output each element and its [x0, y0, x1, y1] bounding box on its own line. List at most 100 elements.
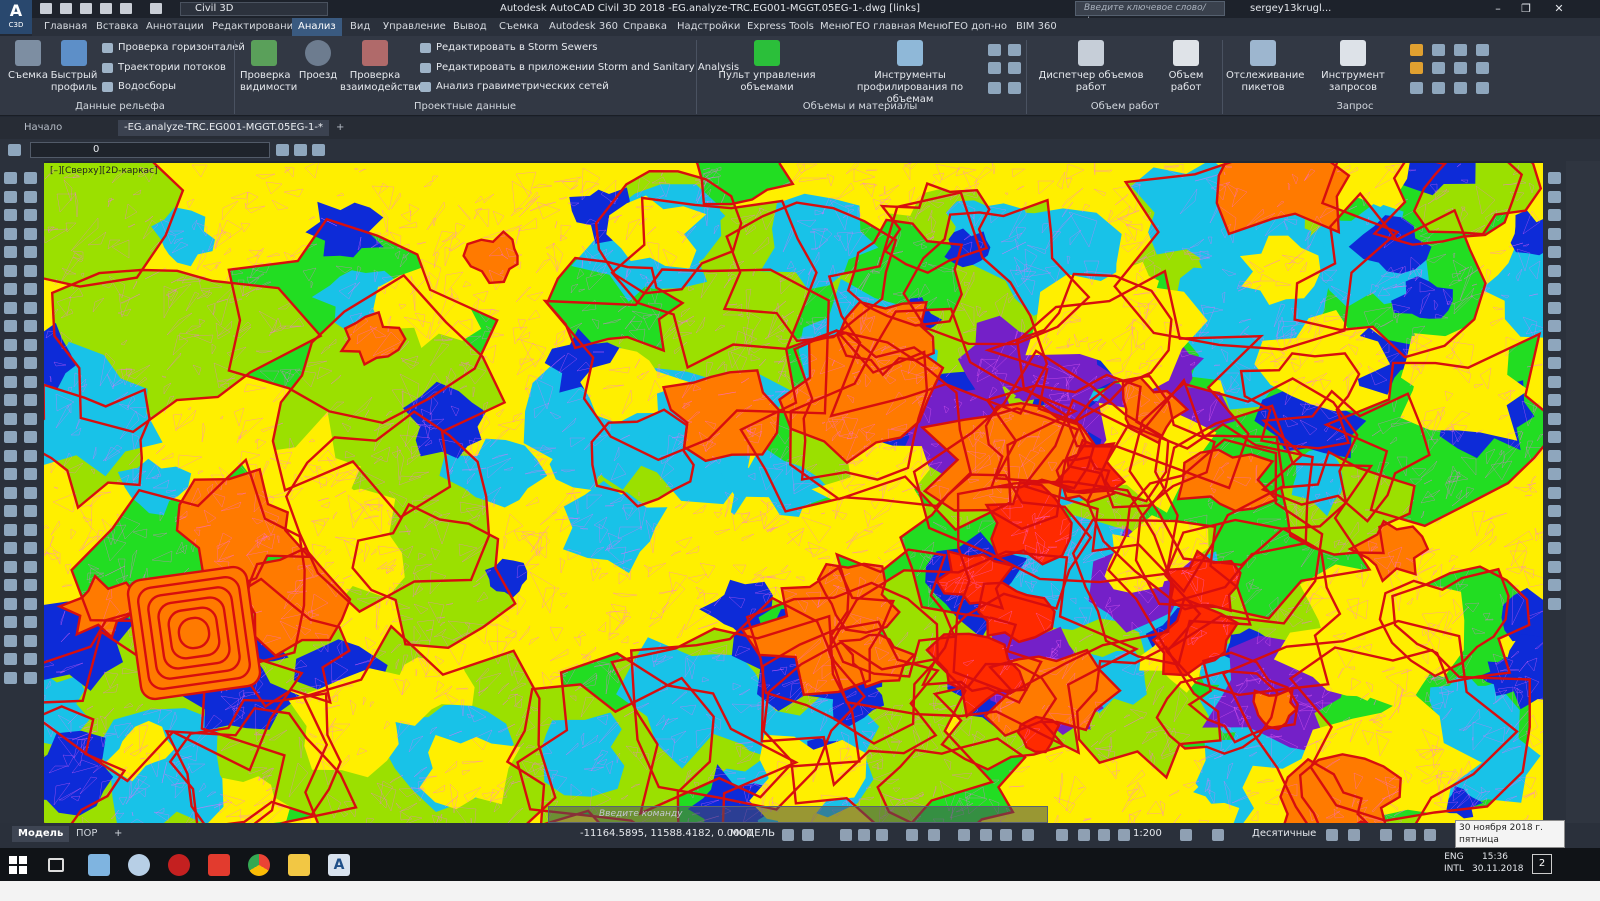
- status-toggle-icon[interactable]: [1326, 829, 1338, 841]
- modify-tool-icon[interactable]: [1548, 338, 1561, 351]
- list-icon[interactable]: [1454, 44, 1467, 56]
- modify-tool-icon[interactable]: [1548, 190, 1561, 203]
- draw-tool-icon[interactable]: [24, 357, 37, 369]
- visibility-check-button[interactable]: Проверка видимости: [240, 40, 297, 94]
- volumes-dashboard-button[interactable]: Пульт управления объемами: [700, 40, 834, 94]
- draw-tool-icon[interactable]: [4, 579, 17, 591]
- menu-tab-15[interactable]: МенюГЕО доп-но: [918, 18, 1007, 36]
- draw-tool-icon[interactable]: [4, 634, 17, 647]
- open-folder-icon[interactable]: [60, 3, 72, 14]
- menu-tab-6[interactable]: Вид: [350, 18, 370, 36]
- menu-tab-10[interactable]: Autodesk 360: [549, 18, 618, 36]
- presentation-icon[interactable]: [208, 854, 230, 876]
- status-toggle-icon[interactable]: [1056, 829, 1068, 841]
- draw-tool-icon[interactable]: [24, 338, 37, 351]
- draw-tool-icon[interactable]: [24, 671, 37, 684]
- draw-tool-icon[interactable]: [24, 505, 37, 517]
- add-layout-button[interactable]: +: [108, 826, 128, 842]
- terrain-panel-title[interactable]: Данные рельефа: [40, 100, 200, 114]
- menu-tab-8[interactable]: Вывод: [453, 18, 487, 36]
- modify-tool-icon[interactable]: [1548, 431, 1561, 443]
- draw-tool-icon[interactable]: [24, 653, 37, 665]
- modify-tool-icon[interactable]: [1548, 394, 1561, 406]
- draw-tool-icon[interactable]: [24, 616, 37, 628]
- modify-tool-icon[interactable]: [1548, 597, 1561, 610]
- system-clock[interactable]: 15:36 30.11.2018: [1472, 851, 1524, 875]
- menu-tab-11[interactable]: Справка: [623, 18, 667, 36]
- undo-icon[interactable]: [120, 3, 132, 14]
- close-button[interactable]: ✕: [1545, 0, 1573, 18]
- angle-icon[interactable]: [1410, 62, 1423, 74]
- menu-tab-9[interactable]: Съемка: [499, 18, 539, 36]
- red-app-icon[interactable]: [168, 854, 190, 876]
- draw-tool-icon[interactable]: [4, 597, 17, 610]
- application-menu-button[interactable]: A C3D: [0, 0, 32, 34]
- draw-tool-icon[interactable]: [4, 486, 17, 499]
- draw-tool-icon[interactable]: [24, 264, 37, 277]
- status-toggle-icon[interactable]: [1078, 829, 1090, 841]
- station-tracker-button[interactable]: Отслеживание пикетов: [1226, 40, 1304, 94]
- volume-settings-icon[interactable]: [1008, 82, 1021, 94]
- draw-tool-icon[interactable]: [24, 172, 37, 184]
- vertical-scrollbar[interactable]: [1566, 161, 1600, 823]
- modify-tool-icon[interactable]: [1548, 172, 1561, 184]
- draw-tool-icon[interactable]: [24, 597, 37, 610]
- survey-button[interactable]: Съемка: [4, 40, 52, 82]
- input-language[interactable]: ENG INTL: [1444, 851, 1464, 875]
- clipboard-icon[interactable]: [1476, 82, 1489, 94]
- quick-profile-button[interactable]: Быстрый профиль: [50, 40, 98, 94]
- draw-tool-icon[interactable]: [24, 431, 37, 443]
- minimize-button[interactable]: –: [1484, 0, 1512, 18]
- menu-tab-7[interactable]: Управление: [383, 18, 446, 36]
- menu-tab-13[interactable]: Express Tools: [747, 18, 814, 36]
- draw-tool-icon[interactable]: [4, 320, 17, 332]
- draw-tool-icon[interactable]: [4, 431, 17, 443]
- status-toggle-icon[interactable]: [782, 829, 794, 841]
- modify-tool-icon[interactable]: [1548, 468, 1561, 480]
- draw-tool-icon[interactable]: [24, 579, 37, 591]
- annotation-scale[interactable]: 1:200: [1133, 828, 1162, 839]
- draw-tool-icon[interactable]: [4, 616, 17, 628]
- status-toggle-icon[interactable]: [958, 829, 970, 841]
- modify-tool-icon[interactable]: [1548, 486, 1561, 499]
- user-account[interactable]: sergey13krugl...: [1250, 0, 1331, 18]
- draw-tool-icon[interactable]: [4, 357, 17, 369]
- status-toggle-icon[interactable]: [802, 829, 814, 841]
- draw-tool-icon[interactable]: [24, 394, 37, 406]
- match-layer-icon[interactable]: [294, 144, 307, 156]
- volume-table-icon[interactable]: [1008, 44, 1021, 56]
- volume-report-icon[interactable]: [988, 44, 1001, 56]
- volume-grid-icon[interactable]: [988, 62, 1001, 74]
- draw-tool-icon[interactable]: [24, 449, 37, 462]
- menu-tab-5[interactable]: Анализ: [292, 18, 342, 36]
- draw-tool-icon[interactable]: [4, 264, 17, 277]
- task-view-icon[interactable]: [48, 858, 64, 872]
- modify-tool-icon[interactable]: [1548, 412, 1561, 425]
- menu-tab-2[interactable]: Вставка: [96, 18, 138, 36]
- tab-model[interactable]: Модель: [12, 826, 70, 842]
- print-icon[interactable]: [100, 3, 112, 14]
- modify-tool-icon[interactable]: [1548, 264, 1561, 277]
- draw-tool-icon[interactable]: [4, 338, 17, 351]
- make-current-icon[interactable]: [276, 144, 289, 156]
- menu-tab-3[interactable]: Аннотации: [146, 18, 204, 36]
- redo-icon[interactable]: [150, 3, 162, 14]
- chat-icon[interactable]: [128, 854, 150, 876]
- modify-tool-icon[interactable]: [1548, 301, 1561, 314]
- measure-distance-icon[interactable]: [1410, 44, 1423, 56]
- takeoff-button[interactable]: Объем работ: [1154, 40, 1218, 94]
- chrome-icon[interactable]: [248, 854, 270, 876]
- modify-tool-icon[interactable]: [1548, 542, 1561, 554]
- catchments-button[interactable]: Водосборы: [102, 80, 176, 94]
- storm-sewers-button[interactable]: Редактировать в Storm Sewers: [420, 41, 597, 55]
- status-toggle-icon[interactable]: [1424, 829, 1436, 841]
- model-space-toggle[interactable]: МОДЕЛЬ: [730, 828, 775, 839]
- status-toggle-icon[interactable]: [840, 829, 852, 841]
- point-icon[interactable]: [1454, 82, 1467, 94]
- modify-tool-icon[interactable]: [1548, 357, 1561, 369]
- slope-icon[interactable]: [1432, 82, 1445, 94]
- design-panel-title[interactable]: Проектные данные: [380, 100, 550, 114]
- drive-button[interactable]: Проезд: [294, 40, 342, 82]
- layer-select[interactable]: 0: [30, 142, 270, 158]
- draw-tool-icon[interactable]: [24, 283, 37, 295]
